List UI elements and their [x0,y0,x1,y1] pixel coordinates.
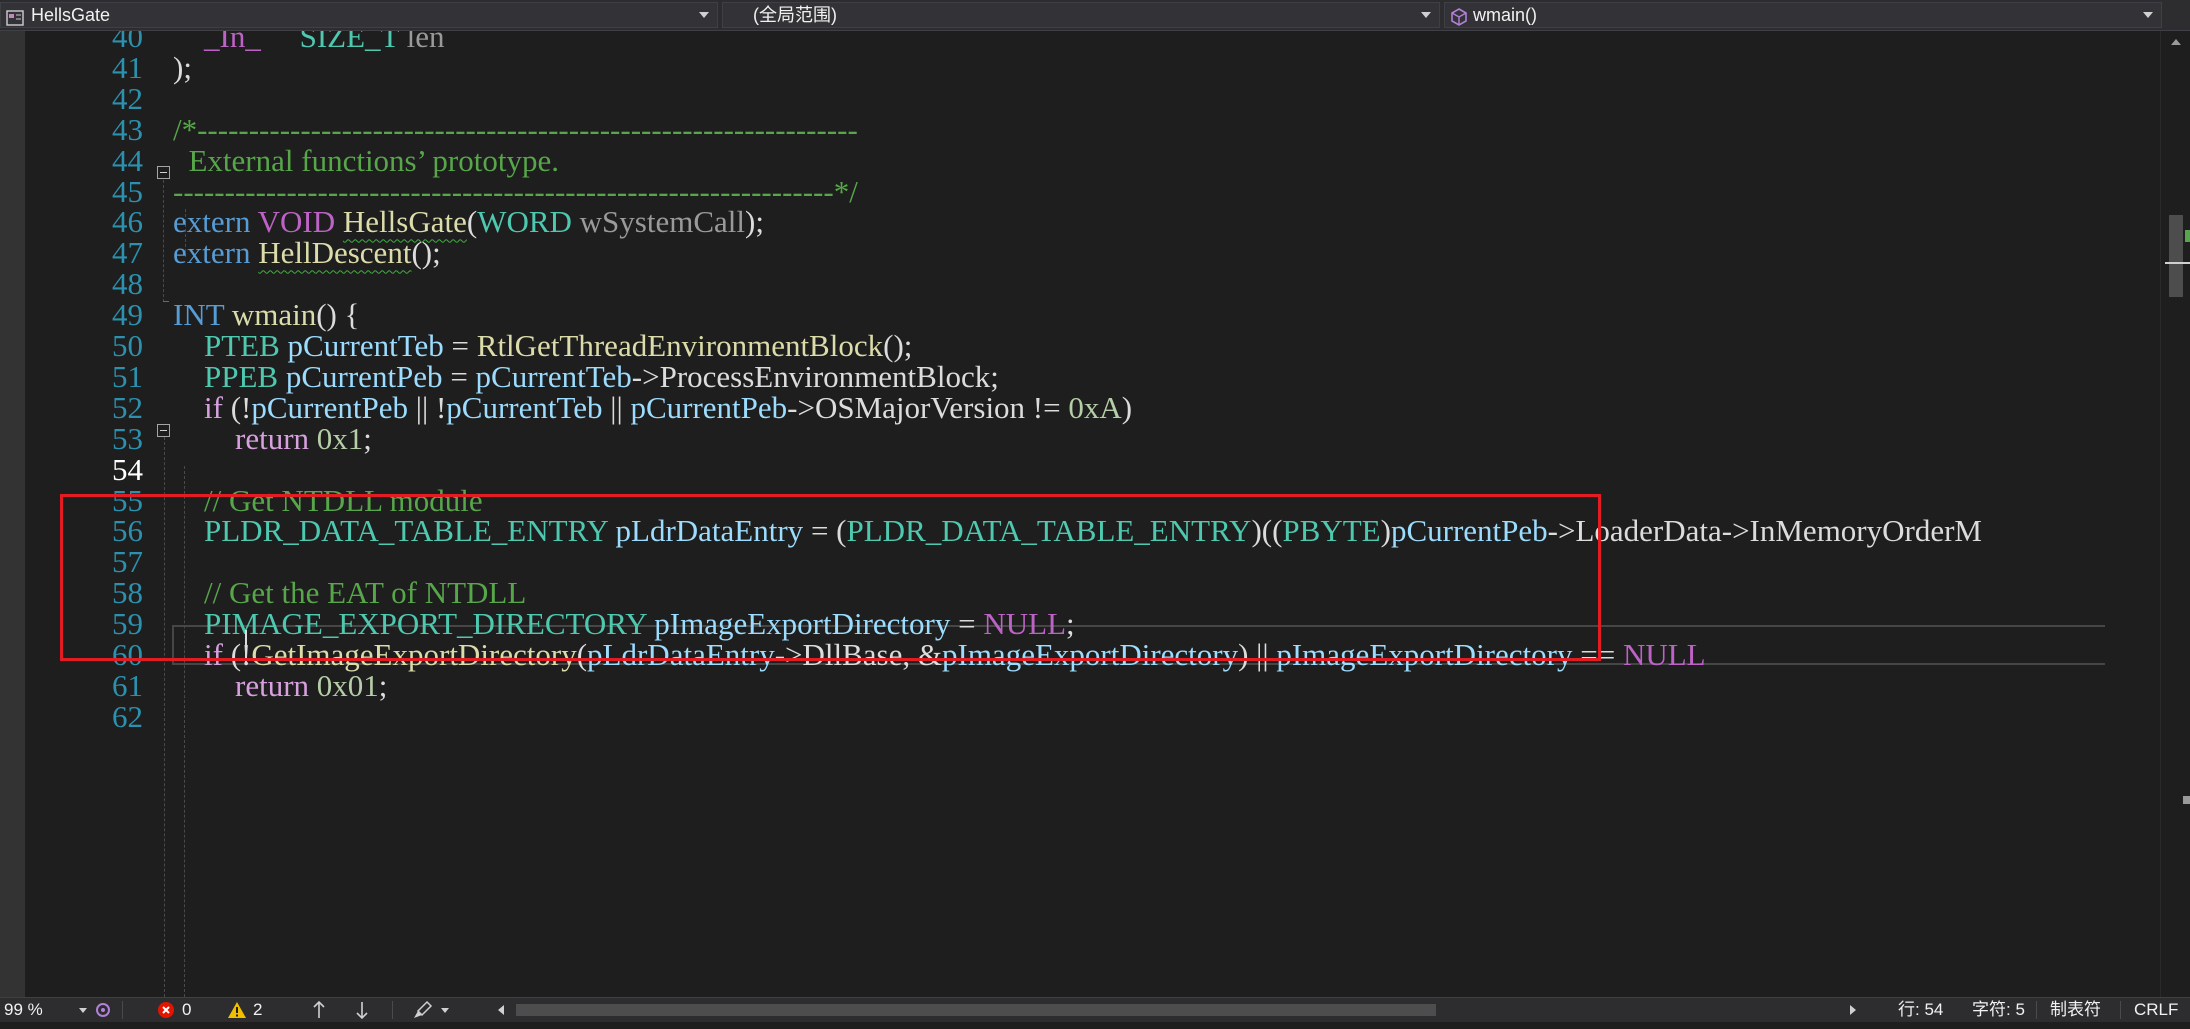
separator [122,1001,123,1019]
line-ending[interactable]: CRLF [2134,998,2178,1022]
code-token: ); [173,49,192,85]
code-token: HellDescent [258,235,412,271]
project-dropdown[interactable]: HellsGate [0,2,718,28]
code-token: || [602,389,631,425]
code-token: pCurrentPeb [630,389,788,425]
code-token: len [398,31,445,54]
member-cube-icon [1450,8,1468,26]
cursor-line[interactable]: 行: 54 [1898,998,1943,1022]
fold-guide-end [163,301,169,302]
fold-toggle-icon[interactable] [157,424,170,437]
indent-mode[interactable]: 制表符 [2050,998,2101,1022]
scroll-up-icon[interactable] [2169,35,2183,49]
annotation-highlight-box [60,494,1601,661]
warning-count[interactable]: 2 [253,998,262,1022]
horizontal-scrollbar[interactable] [516,1004,1836,1016]
code-token: return [173,420,317,456]
chevron-down-icon [697,3,711,27]
status-bar: 99 % 0 2 行: 54 字符: 5 制表符 CRLF [0,997,2190,1022]
project-label: HellsGate [31,5,111,25]
code-token: || ! [408,389,447,425]
warning-icon[interactable] [227,1001,247,1025]
code-token: ( [466,204,478,240]
code-token: ) [1121,389,1133,425]
navigation-bar: HellsGate (全局范围) wmain() [0,0,2190,31]
error-icon[interactable] [157,1001,175,1025]
brush-icon[interactable] [412,1000,434,1024]
scope-label: (全局范围) [753,5,837,25]
vertical-scrollbar[interactable] [2160,31,2190,997]
code-token: ; [378,667,388,703]
code-token: ->OSMajorVersion != [787,389,1069,425]
code-token: ->LoaderData->InMemoryOrderM [1547,513,1982,549]
horizontal-scroll-thumb[interactable] [516,1004,1436,1016]
fold-toggle-icon[interactable] [157,166,170,179]
indicator-margin[interactable] [0,31,25,997]
arrow-up-icon[interactable] [311,1000,327,1024]
code-line[interactable]: return 0x1; [173,417,372,460]
chevron-down-icon [2141,3,2155,27]
member-label: wmain() [1473,5,1538,25]
arrow-down-icon[interactable] [354,1000,370,1024]
code-token: (); [411,235,441,271]
code-editor[interactable]: 40 41 42 43 44 45 46 47 48 49 50 51 52 53 54 55 56 57 58 59… [0,31,2190,997]
scroll-marker [2183,796,2190,804]
code-token: wSystemCall [571,204,746,240]
code-token: WORD [477,204,572,240]
code-token: ); [745,204,764,240]
code-token: return [173,667,317,703]
code-token: ; [363,420,372,456]
project-icon [6,8,24,26]
code-token: extern [173,235,259,271]
code-token: 0xA [1068,389,1122,425]
code-token: NULL [1622,637,1706,672]
separator [2036,1001,2037,1019]
comment-fold-guide [163,180,164,302]
code-token: pCurrentTeb [446,389,603,425]
code-token: _In_ [173,31,300,54]
code-line[interactable]: ); [173,46,192,89]
cursor-char[interactable]: 字符: 5 [1972,998,2025,1022]
separator [2120,1001,2121,1019]
code-token: 0x1 [316,420,364,456]
code-token: 0x01 [316,667,379,703]
caret-position-marker [2165,262,2190,264]
line-number[interactable]: 62 [33,695,143,738]
code-line[interactable]: return 0x01; [173,664,387,707]
intellicode-icon[interactable] [94,1001,112,1025]
vertical-scroll-thumb[interactable] [2169,215,2183,297]
chevron-down-icon [1419,3,1433,27]
change-marker [2185,230,2190,242]
code-token: SIZE_T [299,31,399,54]
scope-dropdown[interactable]: (全局范围) [722,2,1440,28]
separator [392,1001,393,1019]
scroll-left-icon[interactable] [496,998,506,1022]
error-count[interactable]: 0 [182,998,191,1022]
code-line[interactable]: extern HellDescent(); [173,231,441,274]
chevron-down-icon[interactable] [440,998,450,1022]
scroll-right-icon[interactable] [1848,998,1858,1022]
zoom-chevron-icon[interactable] [78,998,88,1022]
member-dropdown[interactable]: wmain() [1444,2,2162,28]
zoom-level[interactable]: 99 % [4,998,43,1022]
code-line[interactable]: _In_ SIZE_T len [173,31,445,58]
